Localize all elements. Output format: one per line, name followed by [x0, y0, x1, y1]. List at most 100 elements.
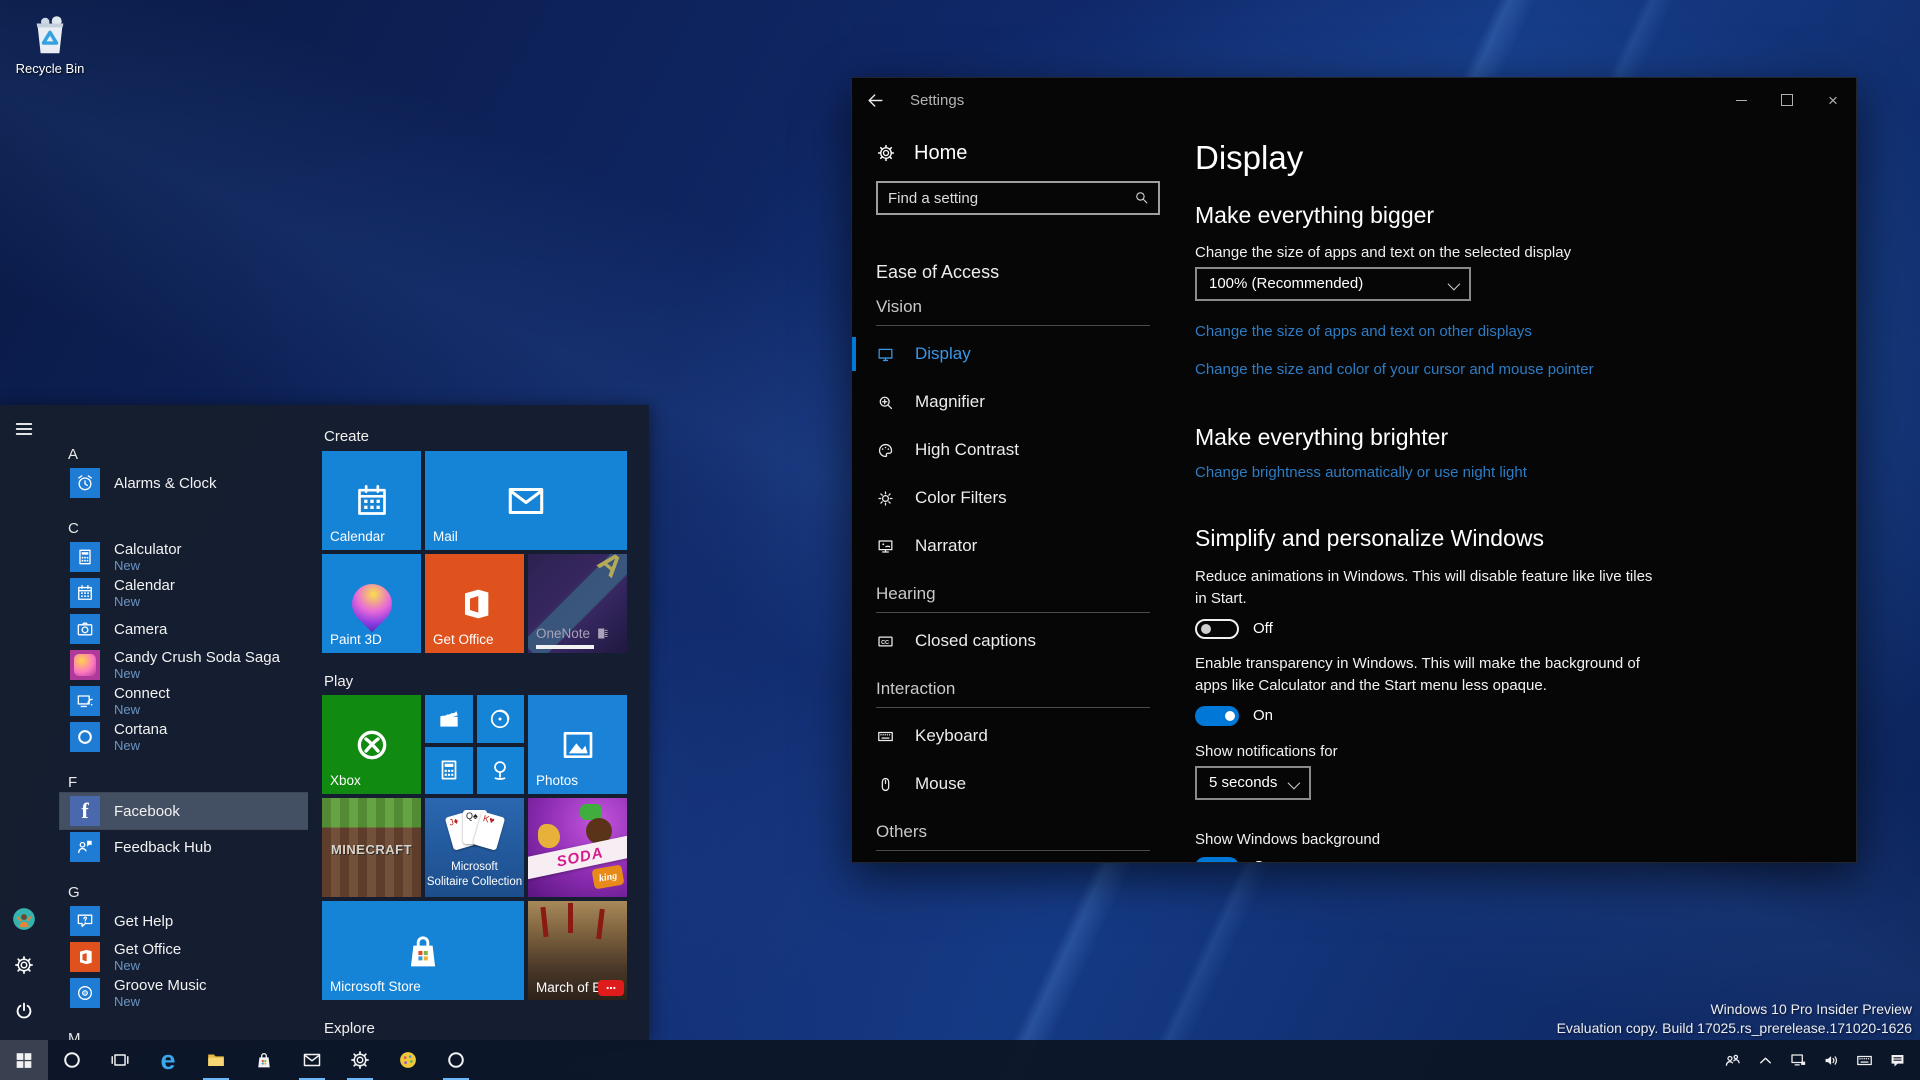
taskbar-start-button[interactable] [0, 1040, 48, 1080]
section-header-brighter: Make everything brighter [1195, 424, 1816, 451]
start-user-account-button[interactable] [0, 896, 48, 942]
store-white-icon [253, 1049, 275, 1071]
app-list-item-feedback-hub[interactable]: Feedback Hub [60, 829, 308, 865]
toggle-knob [1225, 862, 1235, 863]
app-list-item-get-help[interactable]: Get Help [60, 903, 308, 939]
taskbar-file-explorer[interactable] [192, 1040, 240, 1080]
magnifier-plus-icon [876, 393, 895, 412]
start-settings-button[interactable] [0, 942, 48, 988]
reduce-animations-toggle[interactable] [1195, 619, 1239, 639]
minimize-button[interactable] [1718, 78, 1764, 122]
taskbar-settings-app[interactable] [336, 1040, 384, 1080]
link-cursor-pointer[interactable]: Change the size and color of your cursor… [1195, 361, 1816, 378]
taskbar-mail-app[interactable] [288, 1040, 336, 1080]
sidebar-item-keyboard[interactable]: Keyboard [876, 712, 1164, 760]
tray-people[interactable] [1716, 1040, 1749, 1080]
taskbar-paint-palette-app[interactable] [384, 1040, 432, 1080]
tray-network[interactable] [1782, 1040, 1815, 1080]
tile-maps[interactable] [477, 747, 525, 795]
watermark-line1: Windows 10 Pro Insider Preview [1557, 1000, 1912, 1019]
tile-group-label-create[interactable]: Create [324, 428, 649, 445]
recycle-bin-desktop-icon[interactable]: Recycle Bin [12, 12, 88, 76]
app-list-item-facebook[interactable]: f Facebook [60, 793, 308, 829]
sidebar-item-narrator[interactable]: Narrator [876, 522, 1164, 570]
tile-photos[interactable]: Photos [528, 695, 627, 794]
app-list-section-f[interactable]: F [60, 755, 308, 793]
tile-mail[interactable]: Mail [425, 451, 627, 550]
tile-label: Microsoft Store [330, 979, 421, 994]
scaling-dropdown[interactable]: 100% (Recommended) [1195, 267, 1471, 301]
start-menu-button[interactable] [0, 405, 48, 453]
link-brightness[interactable]: Change brightness automatically or use n… [1195, 464, 1816, 481]
sidebar-item-home[interactable]: Home [876, 136, 1164, 170]
tile-group-label-explore[interactable]: Explore [324, 1020, 649, 1037]
app-list-section-g[interactable]: G [60, 865, 308, 903]
tile-disc-player[interactable] [477, 695, 525, 743]
tile-onenote[interactable]: A OneNote [528, 554, 627, 653]
start-power-button[interactable] [0, 988, 48, 1034]
app-list-section-m[interactable]: M [60, 1011, 308, 1040]
tile-minecraft[interactable]: MINECRAFT [322, 798, 421, 897]
sidebar-item-high-contrast[interactable]: High Contrast [876, 426, 1164, 474]
tile-solitaire[interactable]: J♦Q♠K♥ MicrosoftSolitaire Collection [425, 798, 524, 897]
app-list-item-alarms-clock[interactable]: Alarms & Clock [60, 465, 308, 501]
tray-volume[interactable] [1815, 1040, 1848, 1080]
groove-icon [70, 978, 100, 1008]
taskbar-microsoft-store[interactable] [240, 1040, 288, 1080]
back-button[interactable] [852, 78, 898, 122]
tile-microsoft-store[interactable]: Microsoft Store [322, 901, 524, 1000]
tile-movies-tv[interactable] [425, 695, 473, 743]
app-list-section-c[interactable]: C [60, 501, 308, 539]
link-other-displays[interactable]: Change the size of apps and text on othe… [1195, 323, 1816, 340]
minecraft-logo-text: MINECRAFT [322, 842, 421, 857]
tile-march-of-empires[interactable]: March of Em [528, 901, 627, 1000]
app-list-item-cortana[interactable]: Cortana New [60, 719, 308, 755]
tile-candy-crush-soda[interactable]: SODA king [528, 798, 627, 897]
taskbar-task-view-button[interactable] [96, 1040, 144, 1080]
settings-content: Display Make everything bigger Change th… [1164, 122, 1856, 863]
tile-group-label-play[interactable]: Play [324, 673, 649, 690]
sidebar-item-color-filters[interactable]: Color Filters [876, 474, 1164, 522]
app-list-item-candy-crush-soda-saga[interactable]: Candy Crush Soda Saga New [60, 647, 308, 683]
app-item-text: Calculator New [114, 542, 182, 572]
sidebar-item-mouse[interactable]: Mouse [876, 760, 1164, 808]
maximize-button[interactable] [1764, 78, 1810, 122]
notifications-label: Show notifications for [1195, 743, 1816, 760]
tray-action-center[interactable] [1881, 1040, 1914, 1080]
section-header-simplify: Simplify and personalize Windows [1195, 525, 1816, 552]
sidebar-item-magnifier[interactable]: Magnifier [876, 378, 1164, 426]
app-list-item-calendar[interactable]: Calendar New [60, 575, 308, 611]
office-icon [70, 942, 100, 972]
app-list-item-camera[interactable]: Camera [60, 611, 308, 647]
background-toggle[interactable] [1195, 857, 1239, 863]
folder-icon [205, 1049, 227, 1071]
app-list-section-a[interactable]: A [60, 427, 308, 465]
notifications-dropdown[interactable]: 5 seconds [1195, 766, 1311, 800]
gear-icon [876, 143, 896, 163]
sidebar-item-closed-captions[interactable]: CC Closed captions [876, 617, 1164, 665]
tile-xbox[interactable]: Xbox [322, 695, 421, 794]
background-state: On [1253, 858, 1273, 863]
app-item-text: Groove Music New [114, 978, 207, 1008]
get-help-icon [70, 906, 100, 936]
app-list-item-groove-music[interactable]: Groove Music New [60, 975, 308, 1011]
taskbar-cortana-button[interactable] [48, 1040, 96, 1080]
taskbar-edge-browser[interactable]: e [144, 1040, 192, 1080]
tray-show-hidden-icons[interactable] [1749, 1040, 1782, 1080]
transparency-text: Enable transparency in Windows. This wil… [1195, 653, 1657, 697]
taskview-icon [109, 1049, 131, 1071]
tile-paint-3d[interactable]: Paint 3D [322, 554, 421, 653]
search-input[interactable] [878, 183, 1158, 213]
taskbar-ring-app[interactable] [432, 1040, 480, 1080]
app-list-item-connect[interactable]: Connect New [60, 683, 308, 719]
transparency-toggle[interactable] [1195, 706, 1239, 726]
tile-get-office[interactable]: Get Office [425, 554, 524, 653]
tile-calculator[interactable] [425, 747, 473, 795]
app-list-item-calculator[interactable]: Calculator New [60, 539, 308, 575]
ring-icon [445, 1049, 467, 1071]
app-list-item-get-office[interactable]: Get Office New [60, 939, 308, 975]
close-button[interactable]: × [1810, 78, 1856, 122]
sidebar-item-display[interactable]: Display [876, 330, 1164, 378]
tile-calendar[interactable]: Calendar [322, 451, 421, 550]
tray-touch-keyboard[interactable] [1848, 1040, 1881, 1080]
